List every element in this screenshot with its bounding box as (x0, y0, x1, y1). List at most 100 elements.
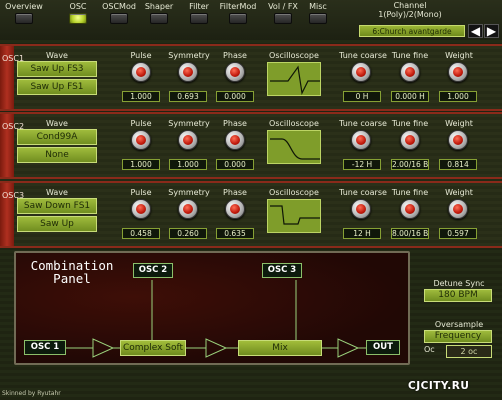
detune-sync-field[interactable]: 180 BPM (424, 289, 492, 302)
weight-value[interactable]: 0.814 (439, 159, 477, 170)
wave1-select[interactable]: Cond99A (17, 129, 97, 145)
tune-fine-value[interactable]: 8.00/16 B (391, 228, 429, 239)
phase-value[interactable]: 0.000 (216, 91, 254, 102)
tune-coarse-knob[interactable] (351, 199, 371, 219)
tune-coarse-value[interactable]: 0 H (343, 91, 381, 102)
knob-cap-icon (183, 67, 193, 77)
oversample-sub-field[interactable]: 2 oc (446, 345, 492, 358)
wave2-select[interactable]: Saw Up (17, 216, 97, 232)
tab-filtermod-label: FilterMod (219, 2, 257, 11)
phase-label: Phase (223, 51, 247, 60)
prev-preset-button[interactable]: ◀ (468, 24, 483, 38)
knob-cap-icon (453, 204, 463, 214)
weight-knob[interactable] (448, 130, 468, 150)
phase-knob[interactable] (225, 130, 245, 150)
symmetry-value[interactable]: 0.693 (169, 91, 207, 102)
tab-shaper[interactable]: Shaper (143, 2, 175, 24)
knob-cap-icon (356, 67, 366, 77)
tab-led-active (69, 13, 87, 24)
tab-overview-label: Overview (5, 2, 43, 11)
phase-value[interactable]: 0.635 (216, 228, 254, 239)
tab-led (229, 13, 247, 24)
combination-slot2[interactable]: Mix (238, 340, 322, 356)
tab-oscmod[interactable]: OSCMod (100, 2, 138, 24)
tune-fine-label: Tune fine (391, 119, 429, 128)
oscilloscope-label: Oscilloscope (269, 188, 319, 197)
knob-cap-icon (405, 204, 415, 214)
osc-side-label: OSC1 (2, 54, 25, 63)
pulse-knob[interactable] (131, 62, 151, 82)
symmetry-value[interactable]: 1.000 (169, 159, 207, 170)
combination-slot1[interactable]: Complex Soft (120, 340, 186, 356)
osc-side-tab[interactable]: OSC1 (0, 46, 25, 109)
symmetry-knob[interactable] (178, 62, 198, 82)
knob-cap-icon (356, 135, 366, 145)
knob-cap-icon (356, 204, 366, 214)
osc-panel: OSC1 Wave Saw Up FS3 Saw Up FS1 Pulse 1.0… (0, 44, 502, 111)
combination-osc2-node: OSC 2 (133, 263, 173, 278)
pulse-label: Pulse (130, 188, 152, 197)
preset-display[interactable]: 6:Church avantgarde (359, 25, 465, 37)
phase-knob[interactable] (225, 62, 245, 82)
channel-title: Channel (393, 1, 427, 10)
osc-side-tab[interactable]: OSC3 (0, 183, 25, 246)
wave-label: Wave (46, 51, 68, 60)
tune-coarse-knob[interactable] (351, 62, 371, 82)
symmetry-knob[interactable] (178, 199, 198, 219)
knob-cap-icon (136, 135, 146, 145)
tune-fine-knob[interactable] (400, 62, 420, 82)
waveform-trace (270, 205, 320, 225)
oversample-field[interactable]: Frequency (424, 330, 492, 343)
symmetry-knob[interactable] (178, 130, 198, 150)
wave1-select[interactable]: Saw Up FS3 (17, 61, 97, 77)
tab-overview[interactable]: Overview (4, 2, 44, 24)
tab-led (274, 13, 292, 24)
pulse-value[interactable]: 1.000 (122, 91, 160, 102)
tune-coarse-value[interactable]: 12 H (343, 228, 381, 239)
tab-misc[interactable]: Misc (305, 2, 331, 24)
phase-knob[interactable] (225, 199, 245, 219)
osc-side-label: OSC3 (2, 191, 25, 200)
pulse-label: Pulse (130, 51, 152, 60)
oscilloscope-display (267, 130, 321, 164)
tab-osc[interactable]: OSC (64, 2, 92, 24)
weight-knob[interactable] (448, 199, 468, 219)
pulse-knob[interactable] (131, 199, 151, 219)
tune-coarse-label: Tune coarse (339, 51, 387, 60)
knob-cap-icon (230, 135, 240, 145)
weight-value[interactable]: 0.597 (439, 228, 477, 239)
tune-coarse-value[interactable]: -12 H (343, 159, 381, 170)
oscilloscope-display (267, 62, 321, 96)
tune-fine-value[interactable]: 0.000 H (391, 91, 429, 102)
pulse-value[interactable]: 1.000 (122, 159, 160, 170)
oversample-sub-label: Oc (424, 345, 435, 354)
tune-fine-value[interactable]: 2.00/16 B (391, 159, 429, 170)
wave2-select[interactable]: None (17, 147, 97, 163)
knob-cap-icon (453, 135, 463, 145)
tune-coarse-label: Tune coarse (339, 119, 387, 128)
combination-panel: Combination Panel OSC 2 OSC 3 OSC 1 Comp… (14, 251, 410, 365)
wave1-select[interactable]: Saw Down FS1 (17, 198, 97, 214)
wave2-select[interactable]: Saw Up FS1 (17, 79, 97, 95)
next-preset-button[interactable]: ▶ (484, 24, 499, 38)
tune-coarse-knob[interactable] (351, 130, 371, 150)
oscilloscope-label: Oscilloscope (269, 119, 319, 128)
knob-cap-icon (136, 204, 146, 214)
tab-volfx[interactable]: Vol / FX (264, 2, 302, 24)
phase-value[interactable]: 0.000 (216, 159, 254, 170)
weight-label: Weight (445, 119, 473, 128)
pulse-knob[interactable] (131, 130, 151, 150)
tune-fine-knob[interactable] (400, 199, 420, 219)
osc-side-label: OSC2 (2, 122, 25, 131)
tab-led (15, 13, 33, 24)
tab-filter[interactable]: Filter (185, 2, 213, 24)
tab-filtermod[interactable]: FilterMod (218, 2, 258, 24)
symmetry-value[interactable]: 0.260 (169, 228, 207, 239)
weight-value[interactable]: 1.000 (439, 91, 477, 102)
tab-oscmod-label: OSCMod (102, 2, 136, 11)
pulse-value[interactable]: 0.458 (122, 228, 160, 239)
tune-fine-label: Tune fine (391, 188, 429, 197)
osc-side-tab[interactable]: OSC2 (0, 114, 25, 177)
tune-fine-knob[interactable] (400, 130, 420, 150)
weight-knob[interactable] (448, 62, 468, 82)
